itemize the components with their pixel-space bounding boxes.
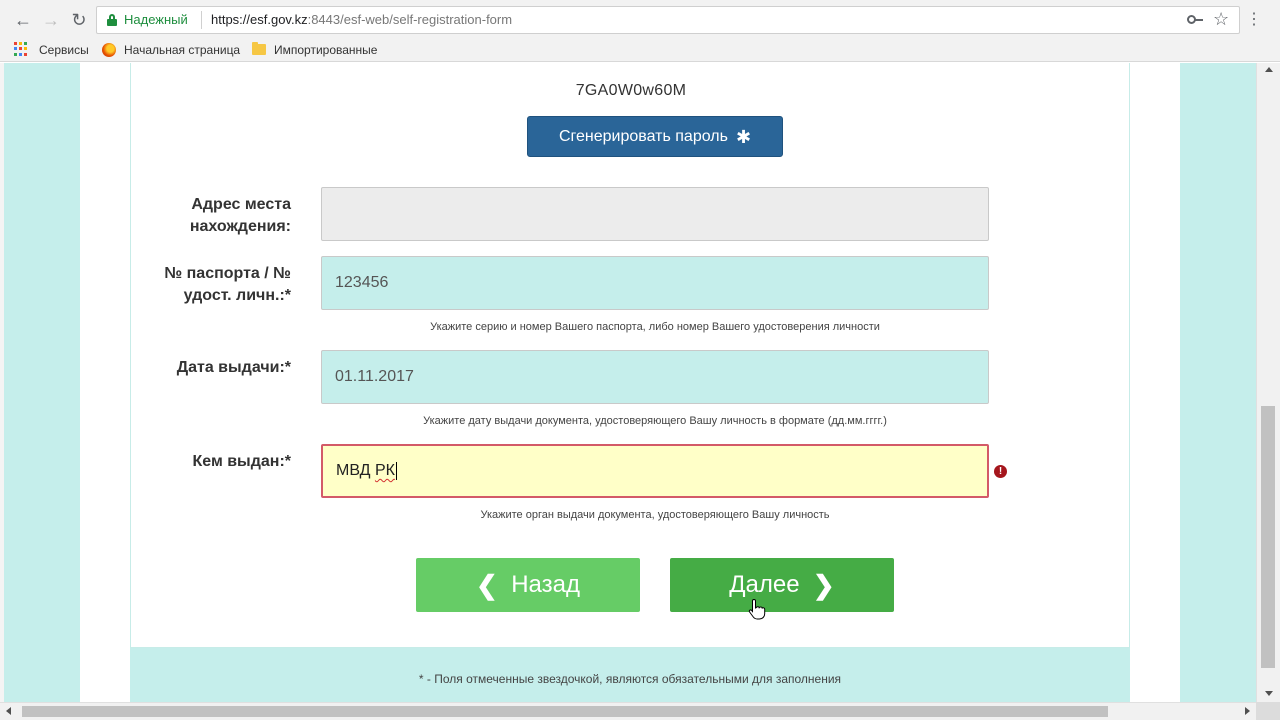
chevron-left-icon: ❮ (476, 570, 498, 600)
required-fields-note: * - Поля отмеченные звездочкой, являются… (418, 672, 842, 686)
apps-grid-icon[interactable] (14, 42, 28, 56)
issued-by-input[interactable]: МВД РК (321, 444, 989, 498)
page-content: 7GA0W0w60M Сгенерировать пароль ✱ Адрес м… (0, 63, 1256, 702)
issue-date-input[interactable]: 01.11.2017 (321, 350, 989, 404)
hand-cursor-icon (748, 598, 766, 620)
url-text[interactable]: https://esf.gov.kz:8443/esf-web/self-reg… (211, 12, 512, 27)
bookmarks-bar: Сервисы Начальная страница Импортированн… (0, 38, 1280, 62)
registration-panel: 7GA0W0w60M Сгенерировать пароль ✱ Адрес м… (80, 63, 1180, 702)
key-icon[interactable] (1187, 13, 1203, 27)
browser-menu-icon[interactable]: ⋮ (1246, 9, 1262, 29)
scroll-left-icon[interactable] (6, 707, 11, 715)
reload-icon[interactable]: ↻ (68, 9, 90, 31)
back-button[interactable]: ❮ Назад (416, 558, 640, 612)
forward-arrow-icon[interactable]: → (40, 9, 62, 31)
gear-icon: ✱ (735, 127, 752, 147)
vertical-scroll-thumb[interactable] (1261, 406, 1275, 668)
next-button[interactable]: Далее ❯ (670, 558, 894, 612)
passport-hint: Укажите серию и номер Вашего паспорта, л… (430, 321, 880, 333)
scroll-up-icon[interactable] (1265, 67, 1273, 72)
address-label: Адрес места нахождения: (189, 196, 291, 235)
registration-form: 7GA0W0w60M Сгенерировать пароль ✱ Адрес м… (130, 63, 1130, 648)
back-arrow-icon[interactable]: ← (12, 9, 34, 31)
scroll-right-icon[interactable] (1245, 707, 1250, 715)
passport-number-input[interactable]: 123456 (321, 256, 989, 310)
address-bar[interactable]: Надежный https://esf.gov.kz:8443/esf-web… (96, 6, 1240, 34)
issued-by-hint: Укажите орган выдачи документа, удостове… (480, 509, 830, 521)
firefox-icon (102, 43, 116, 57)
issue-date-hint: Укажите дату выдачи документа, удостовер… (423, 415, 887, 427)
passport-label: № паспорта / № удост. личн.:* (164, 265, 291, 304)
issue-date-label: Дата выдачи:* (176, 359, 291, 376)
issued-by-label: Кем выдан:* (192, 453, 291, 470)
bookmark-imported[interactable]: Импортированные (274, 42, 377, 58)
secure-label: Надежный (124, 12, 188, 27)
generate-password-button[interactable]: Сгенерировать пароль ✱ (527, 116, 783, 157)
browser-toolbar: ← → ↻ Надежный https://esf.gov.kz:8443/e… (0, 0, 1280, 38)
footer: * - Поля отмеченные звездочкой, являются… (130, 648, 1130, 702)
address-field (321, 187, 989, 241)
horizontal-scrollbar[interactable] (0, 702, 1256, 720)
bookmark-apps[interactable]: Сервисы (39, 42, 89, 58)
scroll-down-icon[interactable] (1265, 691, 1273, 696)
horizontal-scroll-thumb[interactable] (22, 706, 1108, 717)
chevron-right-icon: ❯ (812, 570, 835, 600)
generated-password: 7GA0W0w60M (575, 82, 687, 99)
bookmark-star-icon[interactable]: ☆ (1213, 9, 1229, 29)
folder-icon (252, 42, 266, 55)
error-icon: ! (994, 465, 1007, 478)
vertical-scrollbar[interactable] (1256, 63, 1280, 702)
bookmark-home[interactable]: Начальная страница (124, 42, 240, 58)
lock-icon (107, 14, 117, 26)
